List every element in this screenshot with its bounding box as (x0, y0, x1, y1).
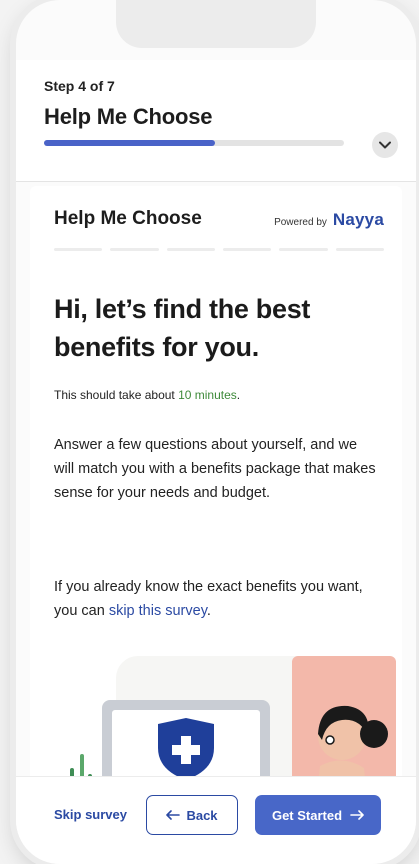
chevron-down-icon (379, 141, 391, 149)
intro-card: Help Me Choose Powered by Nayya Hi, let’… (30, 186, 402, 806)
arrow-left-icon (166, 810, 181, 820)
duration-note: This should take about 10 minutes. (54, 388, 240, 402)
arrow-right-icon (350, 810, 364, 820)
progress-fill (44, 140, 215, 146)
section-segment (222, 248, 272, 251)
powered-by-label: Powered by (274, 217, 327, 228)
skip-paragraph: If you already know the exact benefits y… (54, 576, 379, 624)
intro-paragraph: Answer a few questions about yourself, a… (54, 437, 376, 501)
back-button-label: Back (186, 807, 218, 823)
back-button[interactable]: Back (146, 795, 238, 835)
duration-suffix: . (236, 388, 241, 402)
section-segment (335, 248, 384, 251)
section-segment (110, 248, 159, 251)
skip-paragraph-suffix: . (206, 602, 211, 619)
skip-survey-link[interactable]: skip this survey (109, 603, 207, 619)
step-header: Step 4 of 7 Help Me Choose (16, 60, 416, 182)
brand-logo: Nayya (332, 210, 384, 229)
card-header: Help Me Choose Powered by Nayya (54, 208, 384, 236)
powered-by: Powered by Nayya (274, 210, 384, 230)
card-title: Help Me Choose (54, 208, 202, 229)
phone-notch (116, 0, 316, 48)
phone-frame: Step 4 of 7 Help Me Choose Help Me Choos… (16, 0, 416, 864)
stage: Step 4 of 7 Help Me Choose Help Me Choos… (0, 0, 419, 864)
page-title: Help Me Choose (44, 104, 213, 129)
skip-survey-button[interactable]: Skip survey (54, 807, 127, 822)
progress-bar (44, 140, 344, 146)
duration-prefix: This should take about (54, 388, 179, 402)
get-started-label: Get Started (271, 807, 343, 823)
step-label: Step 4 of 7 (44, 78, 115, 94)
expand-steps-button[interactable] (372, 132, 398, 158)
section-segment (54, 248, 103, 251)
section-segment (166, 248, 215, 251)
footer-actions: Skip survey Back Get Started (16, 776, 416, 864)
duration-value: 10 minutes (178, 388, 237, 402)
headline: Hi, let’s find the best benefits for you… (54, 294, 311, 363)
section-segment (279, 248, 328, 251)
section-progress (54, 248, 384, 251)
get-started-button[interactable]: Get Started (255, 795, 381, 835)
